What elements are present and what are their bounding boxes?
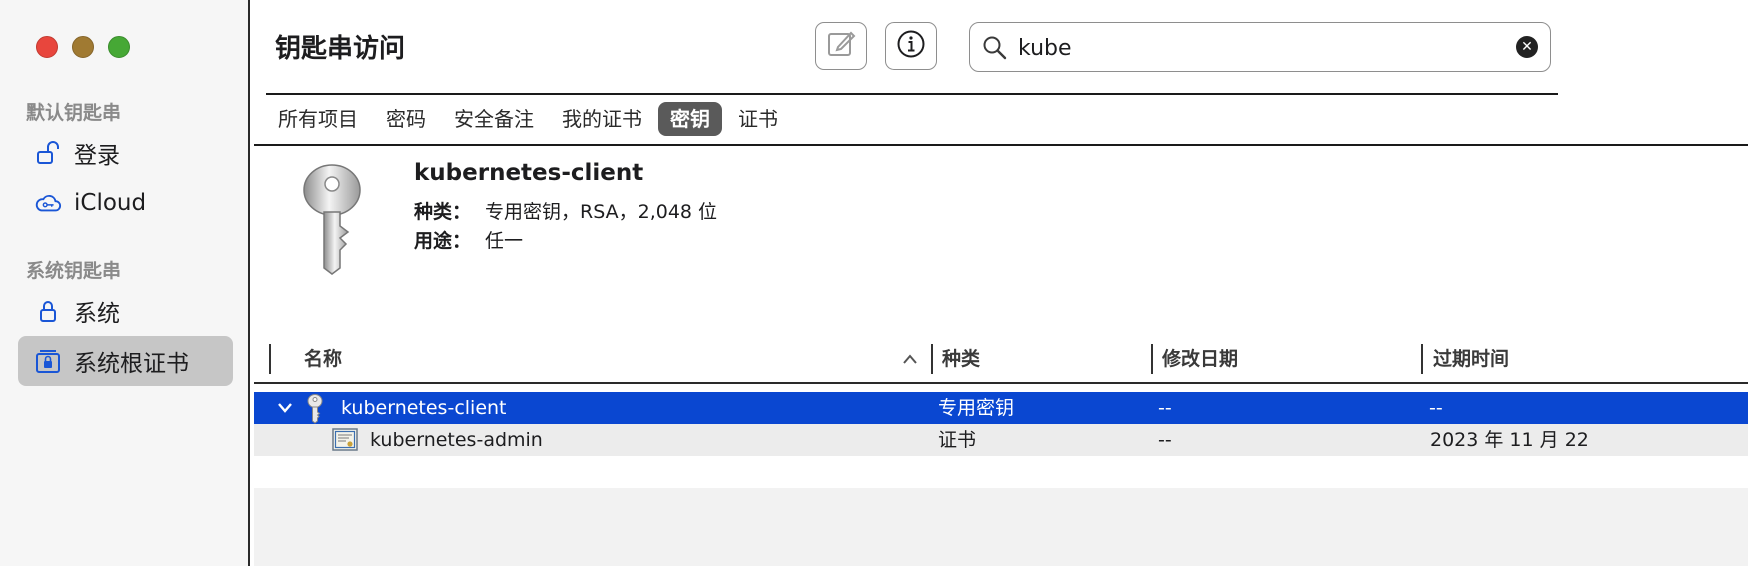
padlock-icon <box>34 297 62 325</box>
tab-certificates[interactable]: 证书 <box>726 102 790 136</box>
table-header: 名称 种类 修改日期 过期时间 <box>254 340 1748 384</box>
column-divider[interactable] <box>1421 344 1423 374</box>
sidebar-item-label: 系统根证书 <box>74 351 189 377</box>
detail-kind: 种类： 专用密钥，RSA，2,048 位 <box>414 197 717 224</box>
info-icon <box>896 29 926 63</box>
detail-kind-value: 专用密钥，RSA，2,048 位 <box>485 201 718 223</box>
row-name: kubernetes-admin <box>370 429 543 451</box>
empty-row <box>254 456 1748 488</box>
minimize-window-button[interactable] <box>72 36 94 58</box>
sidebar-item-label: iCloud <box>74 190 147 216</box>
key-icon <box>296 160 376 280</box>
tab-keys[interactable]: 密钥 <box>658 102 722 136</box>
tab-all-items[interactable]: 所有项目 <box>266 102 370 136</box>
empty-row <box>254 488 1748 566</box>
column-divider[interactable] <box>931 344 933 374</box>
sidebar-item-label: 登录 <box>74 143 120 169</box>
sidebar-item-label: 系统 <box>74 301 120 327</box>
clear-search-icon[interactable]: ✕ <box>1516 36 1538 58</box>
tab-my-certificates[interactable]: 我的证书 <box>550 102 654 136</box>
search-icon <box>982 35 1008 65</box>
detail-kind-label: 种类： <box>414 201 472 223</box>
search-field[interactable]: ✕ <box>969 22 1551 72</box>
column-header-expires[interactable]: 过期时间 <box>1433 340 1509 378</box>
sidebar-section-system-keychains: 系统钥匙串 <box>26 260 122 282</box>
column-divider[interactable] <box>269 344 271 374</box>
tab-secure-notes[interactable]: 安全备注 <box>442 102 546 136</box>
category-tabs: 所有项目 密码 安全备注 我的证书 密钥 证书 <box>266 102 794 136</box>
compose-icon <box>826 29 856 63</box>
tabs-divider <box>254 144 1748 146</box>
table-row[interactable]: kubernetes-admin 证书 -- 2023 年 11 月 22 <box>254 424 1748 456</box>
certificate-icon <box>332 424 358 456</box>
detail-item-name: kubernetes-client <box>414 160 644 186</box>
row-name: kubernetes-client <box>341 397 507 419</box>
key-icon <box>304 392 326 424</box>
close-window-button[interactable] <box>36 36 58 58</box>
icloud-icon <box>34 189 62 217</box>
row-modified: -- <box>1158 397 1172 419</box>
row-expires: -- <box>1429 397 1443 419</box>
sidebar-item-system[interactable]: 系统 <box>18 286 233 336</box>
row-expires: 2023 年 11 月 22 <box>1430 429 1589 451</box>
zoom-window-button[interactable] <box>108 36 130 58</box>
sidebar-item-system-roots[interactable]: 系统根证书 <box>18 336 233 386</box>
info-button[interactable] <box>885 22 937 70</box>
detail-usage-value: 任一 <box>485 230 524 252</box>
window-title: 钥匙串访问 <box>275 34 406 64</box>
sidebar: 默认钥匙串 登录 iCloud 系统钥匙串 系统 系统根证书 <box>0 0 250 566</box>
detail-usage-label: 用途： <box>414 230 472 252</box>
sidebar-section-default-keychains: 默认钥匙串 <box>26 102 122 124</box>
row-modified: -- <box>1158 429 1172 451</box>
sort-ascending-icon[interactable] <box>902 340 918 378</box>
column-header-modified[interactable]: 修改日期 <box>1162 340 1238 378</box>
sidebar-item-login[interactable]: 登录 <box>18 128 233 178</box>
certificate-cabinet-icon <box>34 347 62 375</box>
tab-passwords[interactable]: 密码 <box>374 102 438 136</box>
edit-button[interactable] <box>815 22 867 70</box>
header-divider <box>266 93 1558 95</box>
column-header-kind[interactable]: 种类 <box>942 340 980 378</box>
sidebar-item-icloud[interactable]: iCloud <box>18 178 233 228</box>
unlocked-padlock-icon <box>34 139 62 167</box>
search-input[interactable] <box>1016 31 1490 65</box>
row-kind: 证书 <box>938 429 977 451</box>
column-header-name[interactable]: 名称 <box>304 340 342 378</box>
column-divider[interactable] <box>1151 344 1153 374</box>
detail-usage: 用途： 任一 <box>414 226 523 253</box>
row-kind: 专用密钥 <box>938 397 1015 419</box>
table-row[interactable]: kubernetes-client 专用密钥 -- -- <box>254 392 1748 424</box>
disclosure-chevron-down-icon[interactable] <box>276 392 294 424</box>
